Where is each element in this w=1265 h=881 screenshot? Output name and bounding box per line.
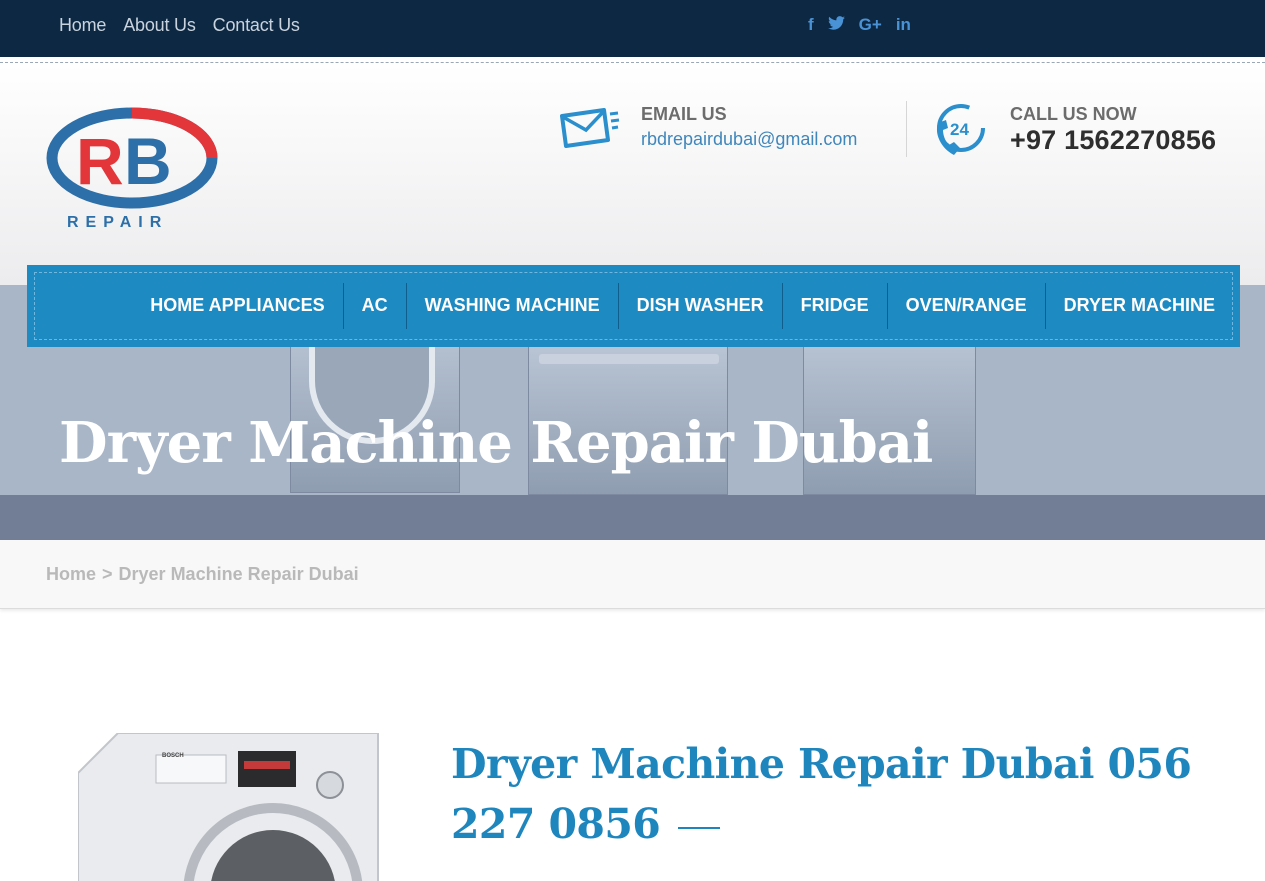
title-underline	[678, 826, 721, 829]
email-link[interactable]: rbdrepairdubai@gmail.com	[641, 129, 857, 150]
svg-text:R: R	[76, 124, 124, 198]
twitter-icon[interactable]	[827, 15, 845, 35]
content-title: Dryer Machine Repair Dubai 056 227 0856	[451, 734, 1231, 854]
site-logo[interactable]: R B REPAIR	[46, 106, 222, 232]
social-links: f G+ in	[808, 15, 911, 35]
top-nav-about-link[interactable]: About Us	[123, 15, 196, 36]
nav-fridge[interactable]: FRIDGE	[781, 283, 887, 329]
logo-text: REPAIR	[67, 214, 168, 231]
divider	[0, 62, 1265, 63]
email-label: EMAIL US	[641, 104, 727, 124]
nav-home-appliances[interactable]: HOME APPLIANCES	[132, 283, 342, 329]
svg-text:B: B	[124, 124, 172, 198]
top-nav-contact-link[interactable]: Contact Us	[213, 15, 300, 36]
header-separator	[906, 101, 907, 157]
google-plus-icon[interactable]: G+	[859, 15, 882, 35]
content-title-text: Dryer Machine Repair Dubai 056 227 0856	[451, 740, 1192, 848]
breadcrumb: Home > Dryer Machine Repair Dubai	[0, 540, 1265, 609]
top-nav-home-link[interactable]: Home	[59, 15, 106, 36]
nav-washing-machine[interactable]: WASHING MACHINE	[405, 283, 618, 329]
main-nav-items: HOME APPLIANCES AC WASHING MACHINE DISH …	[132, 283, 1233, 329]
email-block: EMAIL US rbdrepairdubai@gmail.com	[641, 104, 857, 150]
facebook-icon[interactable]: f	[808, 15, 814, 35]
phone-number[interactable]: +97 1562270856	[1010, 125, 1216, 156]
nav-ac[interactable]: AC	[342, 283, 406, 329]
call-block: CALL US NOW +97 1562270856	[1010, 104, 1216, 156]
nav-oven-range[interactable]: OVEN/RANGE	[886, 283, 1045, 329]
call-label: CALL US NOW	[1010, 104, 1137, 124]
linkedin-icon[interactable]: in	[896, 15, 911, 35]
phone-badge-text: 24	[950, 120, 969, 139]
page-title: Dryer Machine Repair Dubai	[59, 410, 933, 476]
nav-dryer-machine[interactable]: DRYER MACHINE	[1044, 283, 1233, 329]
hero-floor	[0, 495, 1265, 540]
breadcrumb-home-link[interactable]: Home	[46, 564, 96, 585]
main-nav: HOME APPLIANCES AC WASHING MACHINE DISH …	[27, 265, 1240, 347]
breadcrumb-current: Dryer Machine Repair Dubai	[118, 564, 359, 584]
top-bar: Home About Us Contact Us f G+ in	[0, 0, 1265, 57]
nav-dish-washer[interactable]: DISH WASHER	[617, 283, 782, 329]
phone-24-icon: 24	[930, 101, 988, 164]
top-nav: Home About Us Contact Us	[59, 15, 300, 36]
washing-machine-image: BOSCH	[77, 732, 381, 881]
svg-text:BOSCH: BOSCH	[162, 753, 184, 759]
breadcrumb-separator: >	[102, 564, 113, 584]
email-icon	[558, 106, 620, 155]
